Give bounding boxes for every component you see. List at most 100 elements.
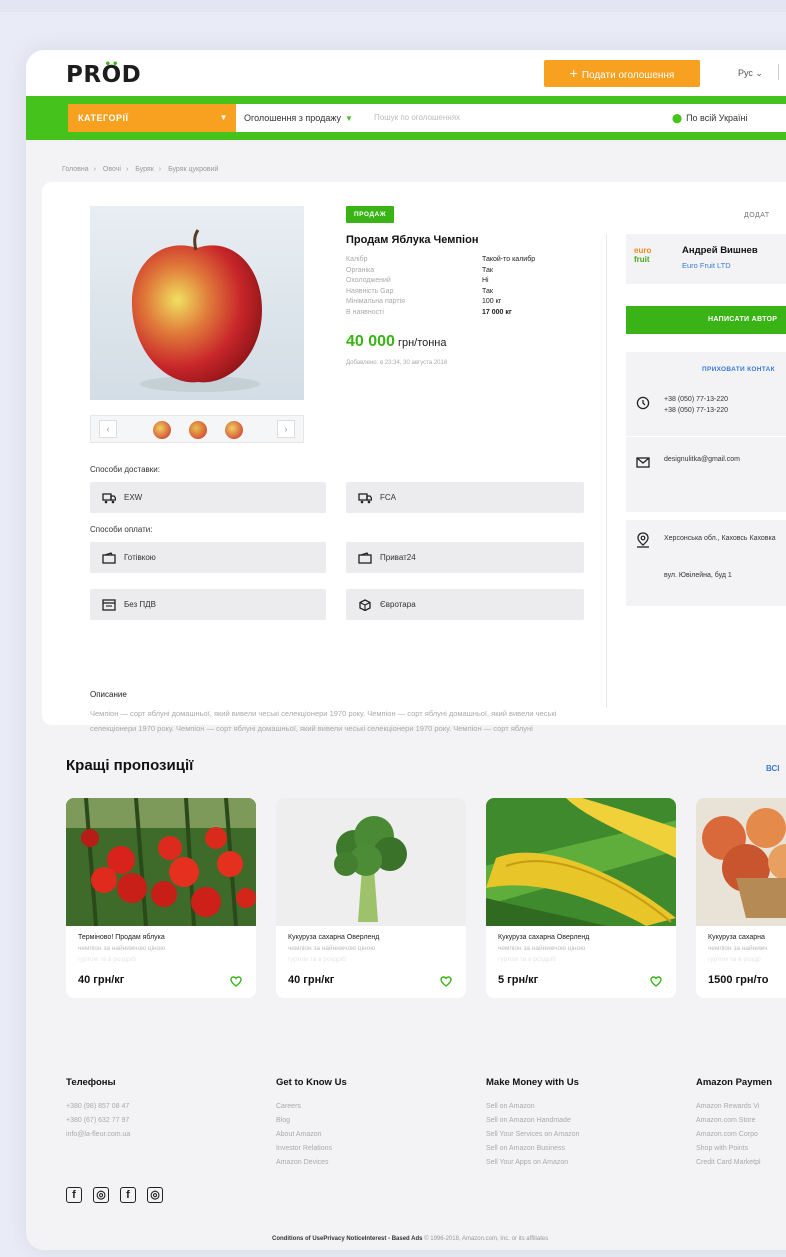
offer-card[interactable]: Кукуруза сахарна Оверленд чемпіон за най… bbox=[276, 798, 466, 998]
contacts-box: ПРИХОВАТИ КОНТАК +38 (050) 77-13-220 +38 … bbox=[626, 352, 786, 512]
payment-option-cash: Готівкою bbox=[90, 542, 326, 573]
payment-option-privat24: Приват24 bbox=[346, 542, 584, 573]
breadcrumb-item[interactable]: Головна bbox=[62, 166, 89, 173]
phone-list: +38 (050) 77-13-220 +38 (050) 77-13-220 bbox=[664, 394, 728, 416]
breadcrumb-item[interactable]: Буряк цукровий bbox=[168, 166, 218, 173]
thumbnail[interactable] bbox=[225, 421, 243, 439]
social-links: f ◎ f ◎ bbox=[66, 1185, 174, 1203]
footer-link[interactable]: Shop with Points bbox=[696, 1142, 786, 1156]
offer-subtitle: чемпіон за найнижчою ціною bbox=[78, 945, 166, 952]
footer-link[interactable]: Sell on Amazon bbox=[486, 1100, 686, 1114]
attribute-row: Охолоджений Ні bbox=[346, 277, 489, 284]
language-select[interactable]: Рус ⌄ bbox=[738, 68, 763, 79]
phone-number[interactable]: +38 (050) 77-13-220 bbox=[664, 394, 728, 405]
legal-links[interactable]: Conditions of UsePrivacy NoticeInterest … bbox=[272, 1236, 422, 1242]
offer-card[interactable]: Терміново! Продам яблука чемпіон за найн… bbox=[66, 798, 256, 998]
best-offers-title: Кращі пропозиції bbox=[66, 757, 194, 774]
truck-icon bbox=[102, 482, 118, 513]
search-input[interactable]: Пошук по оголошеннях bbox=[374, 104, 460, 132]
footer-link[interactable]: Sell on Amazon Business bbox=[486, 1142, 686, 1156]
footer-link[interactable]: Amazon Rewards Vi bbox=[696, 1100, 786, 1114]
footer-link[interactable]: Sell Your Services on Amazon bbox=[486, 1128, 686, 1142]
footer-link[interactable]: +380 (67) 632 77 97 bbox=[66, 1114, 266, 1128]
footer-link[interactable]: Investor Relations bbox=[276, 1142, 476, 1156]
clock-icon bbox=[636, 396, 650, 415]
location-pin-icon: ⬤ bbox=[672, 113, 683, 123]
footer-link[interactable]: Amazon Devices bbox=[276, 1156, 476, 1170]
street-text: вул. Ювілейна, буд 1 bbox=[664, 572, 732, 579]
thumbnail[interactable] bbox=[153, 421, 171, 439]
facebook-icon[interactable]: f bbox=[120, 1187, 136, 1203]
offer-subtitle: чемпіон за найнижчою ціною bbox=[498, 945, 586, 952]
hide-contacts-link[interactable]: ПРИХОВАТИ КОНТАК bbox=[702, 366, 775, 373]
offer-price: 1500 грн/то bbox=[708, 974, 769, 986]
offer-name: Кукуруза сахарна Оверленд bbox=[288, 934, 380, 941]
chevron-down-icon: ▼ bbox=[344, 114, 353, 123]
footer-link[interactable]: About Amazon bbox=[276, 1128, 476, 1142]
attribute-row: В наявності 17 000 кг bbox=[346, 308, 512, 316]
offer-subtitle: чемпіон за найнижч bbox=[708, 945, 768, 952]
product-price: 40 000 грн/тонна bbox=[346, 333, 447, 350]
offer-image bbox=[696, 798, 786, 926]
instagram-icon[interactable]: ◎ bbox=[147, 1187, 163, 1203]
attribute-row: Органіка Так bbox=[346, 266, 493, 274]
footer-heading: Get to Know Us bbox=[276, 1077, 347, 1088]
breadcrumb: Головна › Овочі › Буряк › Буряк цукровий bbox=[62, 166, 219, 173]
footer-link[interactable]: Amazon.com Store bbox=[696, 1114, 786, 1128]
offer-subtitle: гуртом та в роздріб bbox=[78, 956, 136, 963]
all-offers-link[interactable]: ВСІ bbox=[766, 764, 779, 773]
thumbnail-strip: ‹ › bbox=[90, 415, 304, 443]
seller-company-link[interactable]: Euro Fruit LTD bbox=[682, 261, 731, 270]
breadcrumb-item[interactable]: Овочі bbox=[103, 166, 121, 173]
offer-price: 40 грн/кг bbox=[288, 974, 335, 986]
footer-link[interactable]: Careers bbox=[276, 1100, 476, 1114]
heart-icon[interactable] bbox=[230, 974, 242, 992]
attribute-row: Калібр Такой-то калибр bbox=[346, 256, 536, 263]
chevron-right-icon[interactable]: › bbox=[277, 420, 295, 438]
footer-link[interactable]: Sell Your Apps on Amazon bbox=[486, 1156, 686, 1170]
payment-option-no-vat: Без ПДВ bbox=[90, 589, 326, 620]
search-bar: КАТЕГОРІЇ ▼ Оголошення з продажу ▼ Пошук п… bbox=[26, 96, 786, 140]
offer-card[interactable]: Кукуруза сахарна чемпіон за найнижч гурт… bbox=[696, 798, 786, 998]
write-author-button[interactable]: НАПИСАТИ АВТОР bbox=[626, 306, 786, 334]
status-badge: ПРОДАЖ bbox=[346, 206, 395, 223]
footer-link[interactable]: Blog bbox=[276, 1114, 476, 1128]
footer-link[interactable]: +380 (98) 857 08 47 bbox=[66, 1100, 266, 1114]
post-ad-button[interactable]: + Подати оголошення bbox=[544, 60, 700, 87]
post-ad-label: Подати оголошення bbox=[581, 70, 675, 81]
facebook-icon[interactable]: f bbox=[66, 1187, 82, 1203]
breadcrumb-item[interactable]: Буряк bbox=[135, 166, 154, 173]
heart-icon[interactable] bbox=[440, 974, 452, 992]
logo[interactable]: PRO •• D bbox=[66, 59, 141, 88]
offer-card[interactable]: Кукуруза сахарна Оверленд чемпіон за най… bbox=[486, 798, 676, 998]
add-favorite-link[interactable]: ДОДАТ bbox=[744, 212, 770, 219]
document-icon bbox=[102, 589, 118, 620]
categories-button[interactable]: КАТЕГОРІЇ ▼ bbox=[68, 104, 236, 132]
search-box: Оголошення з продажу ▼ Пошук по оголошенн… bbox=[236, 104, 786, 132]
offer-image bbox=[66, 798, 256, 926]
region-select[interactable]: ⬤ По всій Україні bbox=[672, 104, 748, 132]
attribute-row: Мінімальна партія 100 кг bbox=[346, 298, 502, 305]
listing-type-select[interactable]: Оголошення з продажу ▼ bbox=[244, 104, 353, 133]
offer-name: Кукуруза сахарна bbox=[708, 934, 765, 941]
footer-link[interactable]: Credit Card Marketpl bbox=[696, 1156, 786, 1170]
footer-link[interactable]: Sell on Amazon Handmade bbox=[486, 1114, 686, 1128]
footer-column: Amazon Paymen Amazon Rewards Vi Amazon.c… bbox=[696, 1077, 786, 1170]
offer-subtitle: гуртом та в роздр bbox=[708, 956, 761, 963]
location-text: Херсонська обл., Каховсь Каховка bbox=[664, 535, 776, 542]
product-photo[interactable] bbox=[90, 206, 304, 400]
heart-icon[interactable] bbox=[650, 974, 662, 992]
instagram-icon[interactable]: ◎ bbox=[93, 1187, 109, 1203]
offer-price: 5 грн/кг bbox=[498, 974, 539, 986]
footer-link[interactable]: info@la-fleur.com.ua bbox=[66, 1128, 266, 1142]
offer-name: Кукуруза сахарна Оверленд bbox=[498, 934, 590, 941]
description-text: Чемпіон — сорт яблуні домашньої, який ви… bbox=[90, 709, 557, 733]
copyright-text: © 1996-2018, Amazon.com, Inc. or its aff… bbox=[424, 1236, 549, 1242]
footer-column: Get to Know Us Careers Blog About Amazon… bbox=[276, 1077, 476, 1170]
phone-number[interactable]: +38 (050) 77-13-220 bbox=[664, 405, 728, 416]
email-link[interactable]: designulitka@gmail.com bbox=[664, 456, 740, 463]
thumbnail[interactable] bbox=[189, 421, 207, 439]
chevron-left-icon[interactable]: ‹ bbox=[99, 420, 117, 438]
footer-link[interactable]: Amazon.com Corpo bbox=[696, 1128, 786, 1142]
map-pin-icon bbox=[636, 532, 650, 553]
